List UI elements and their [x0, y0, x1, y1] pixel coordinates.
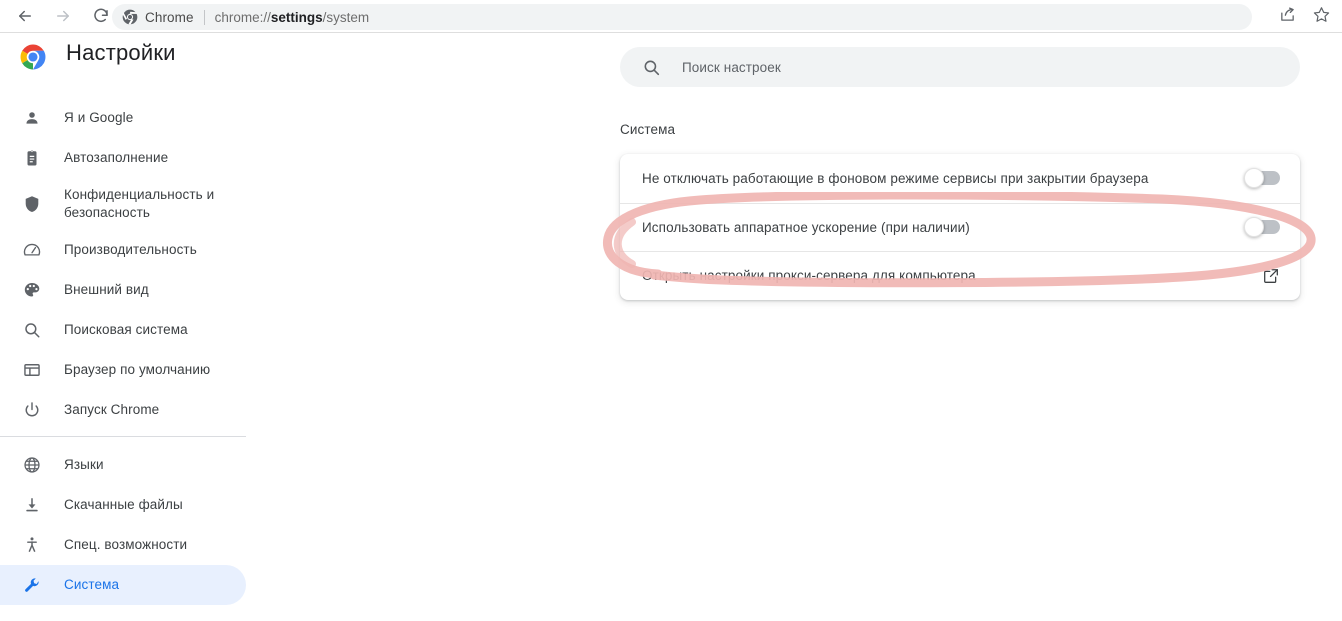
star-icon — [1313, 6, 1330, 28]
url-path: /system — [322, 9, 370, 25]
speedometer-icon — [22, 240, 42, 260]
row-background-apps[interactable]: Не отключать работающие в фоновом режиме… — [620, 154, 1300, 203]
chrome-icon — [122, 9, 138, 25]
share-icon — [1279, 6, 1296, 28]
external-link-icon[interactable] — [1262, 267, 1280, 285]
url-scheme: chrome:// — [214, 9, 271, 25]
sidebar-item-downloads[interactable]: Скачанные файлы — [0, 485, 246, 525]
page-title: Настройки — [66, 40, 176, 65]
bookmark-button[interactable] — [1308, 4, 1334, 30]
sidebar-item-privacy-security[interactable]: Конфиденциальность и безопасность — [0, 178, 246, 230]
forward-button[interactable] — [48, 1, 78, 31]
share-button[interactable] — [1274, 4, 1300, 30]
sidebar-item-label: Спец. возможности — [64, 537, 188, 552]
accessibility-icon — [22, 535, 42, 555]
sidebar-item-appearance[interactable]: Внешний вид — [0, 270, 246, 310]
download-icon — [22, 495, 42, 515]
globe-icon — [22, 455, 42, 475]
browser-toolbar: Chrome chrome://settings/system — [0, 0, 1342, 33]
omnibox-separator — [203, 9, 205, 25]
reload-icon — [92, 7, 110, 25]
hardware-acceleration-toggle[interactable] — [1244, 217, 1280, 238]
sidebar-item-languages[interactable]: Языки — [0, 445, 246, 485]
system-settings-card: Не отключать работающие в фоновом режиме… — [620, 154, 1300, 300]
sidebar-item-label: Я и Google — [64, 110, 134, 125]
sidebar-item-accessibility[interactable]: Спец. возможности — [0, 525, 246, 565]
background-apps-toggle[interactable] — [1244, 168, 1280, 189]
sidebar-item-autofill[interactable]: Автозаполнение — [0, 138, 246, 178]
toggle-knob — [1244, 217, 1264, 238]
palette-icon — [22, 280, 42, 300]
toggle-knob — [1244, 168, 1264, 189]
row-label: Не отключать работающие в фоновом режиме… — [642, 170, 1149, 186]
search-icon — [642, 58, 661, 77]
clipboard-icon — [22, 148, 42, 168]
sidebar-item-label: Поисковая система — [64, 322, 188, 337]
sidebar-item-performance[interactable]: Производительность — [0, 230, 246, 270]
row-proxy-settings[interactable]: Открыть настройки прокси-сервера для ком… — [620, 251, 1300, 300]
sidebar-divider — [0, 436, 246, 437]
sidebar-item-on-startup[interactable]: Запуск Chrome — [0, 390, 246, 430]
search-input-placeholder[interactable]: Поиск настроек — [682, 60, 781, 75]
section-heading-system: Система — [620, 122, 676, 137]
sidebar-item-you-and-google[interactable]: Я и Google — [0, 98, 246, 138]
sidebar-item-label: Система — [64, 577, 120, 592]
address-bar[interactable]: Chrome chrome://settings/system — [112, 4, 1252, 30]
sidebar-item-label: Автозаполнение — [64, 150, 169, 165]
sidebar-item-system[interactable]: Система — [0, 565, 246, 605]
row-label: Использовать аппаратное ускорение (при н… — [642, 219, 970, 235]
sidebar-item-default-browser[interactable]: Браузер по умолчанию — [0, 350, 246, 390]
settings-sidebar: Я и Google Автозаполнение Конфиденциальн… — [0, 98, 260, 621]
settings-main: Поиск настроек Система Не отключать рабо… — [600, 34, 1342, 621]
toolbar-actions — [1274, 0, 1334, 33]
chrome-logo-icon — [20, 44, 46, 70]
url-host: settings — [270, 9, 323, 25]
forward-arrow-icon — [54, 7, 72, 25]
back-arrow-icon — [16, 7, 34, 25]
sidebar-item-label: Браузер по умолчанию — [64, 362, 211, 377]
sidebar-item-label: Скачанные файлы — [64, 497, 183, 512]
sidebar-item-label: Конфиденциальность и безопасность — [64, 187, 215, 220]
window-icon — [22, 360, 42, 380]
search-settings-box[interactable]: Поиск настроек — [620, 47, 1300, 87]
sidebar-item-label: Производительность — [64, 242, 197, 257]
person-icon — [22, 108, 42, 128]
sidebar-item-label: Запуск Chrome — [64, 402, 160, 417]
row-label: Открыть настройки прокси-сервера для ком… — [642, 268, 976, 284]
row-hardware-acceleration[interactable]: Использовать аппаратное ускорение (при н… — [620, 202, 1300, 252]
sidebar-item-search-engine[interactable]: Поисковая система — [0, 310, 246, 350]
back-button[interactable] — [10, 1, 40, 31]
wrench-icon — [22, 575, 42, 595]
power-icon — [22, 400, 42, 420]
shield-icon — [22, 194, 42, 214]
sidebar-item-label: Языки — [64, 457, 104, 472]
sidebar-item-label: Внешний вид — [64, 282, 149, 297]
omnibox-app-label: Chrome — [145, 9, 194, 25]
search-icon — [22, 320, 42, 340]
omnibox-url: chrome://settings/system — [215, 10, 370, 25]
